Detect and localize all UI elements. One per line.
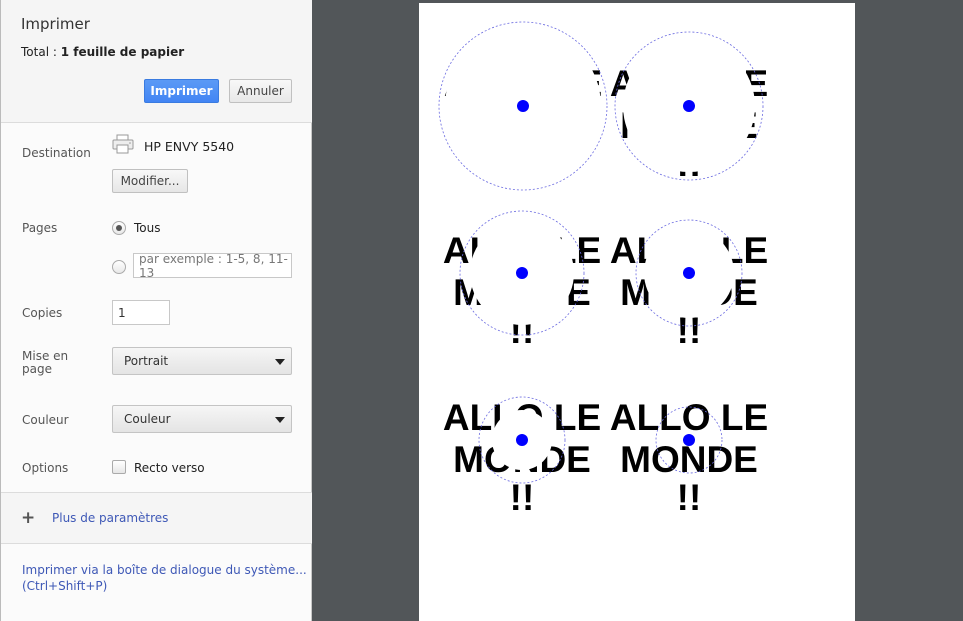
- preview-text-line: !!: [677, 477, 702, 518]
- copies-input[interactable]: 1: [112, 300, 170, 325]
- page-content: ALLO LEMONDE!!ALLO LEMONDE!!ALLO LEMONDE…: [438, 21, 768, 518]
- layout-label: Mise en page: [22, 350, 68, 376]
- dropdown-arrow-icon: [275, 417, 285, 423]
- system-dialog-line1[interactable]: Imprimer via la boîte de dialogue du sys…: [22, 563, 307, 577]
- color-label: Couleur: [22, 413, 69, 427]
- sheet-total: Total : 1 feuille de papier: [21, 45, 184, 59]
- color-value: Couleur: [124, 412, 171, 426]
- pages-range-radio[interactable]: [112, 260, 126, 274]
- pages-label: Pages: [22, 221, 58, 235]
- total-value: 1 feuille de papier: [60, 45, 185, 59]
- copies-label: Copies: [22, 306, 63, 320]
- more-settings-row[interactable]: + Plus de paramètres: [1, 492, 312, 544]
- more-settings-link[interactable]: Plus de paramètres: [52, 511, 168, 525]
- center-dot: [683, 434, 695, 446]
- print-preview-area: ALLO LEMONDE!!ALLO LEMONDE!!ALLO LEMONDE…: [313, 0, 963, 621]
- layout-label-line2: page: [22, 362, 52, 376]
- preview-text-line: ALLO LE: [610, 397, 768, 438]
- plus-icon: +: [21, 508, 36, 528]
- layout-label-line1: Mise en: [22, 349, 69, 363]
- preview-page: ALLO LEMONDE!!ALLO LEMONDE!!ALLO LEMONDE…: [419, 3, 855, 621]
- options-label: Options: [22, 461, 69, 475]
- print-button[interactable]: Imprimer: [144, 79, 219, 103]
- pages-all-label[interactable]: Tous: [134, 221, 161, 235]
- total-label: Total :: [21, 45, 57, 59]
- center-dot: [516, 434, 528, 446]
- cancel-button[interactable]: Annuler: [229, 79, 292, 103]
- system-dialog-shortcut[interactable]: (Ctrl+Shift+P): [22, 579, 107, 593]
- center-dot: [683, 100, 695, 112]
- center-dot: [683, 267, 695, 279]
- duplex-label[interactable]: Recto verso: [134, 461, 205, 475]
- center-dot: [516, 267, 528, 279]
- pages-all-radio[interactable]: [112, 221, 126, 235]
- system-dialog-link[interactable]: Imprimer via la boîte de dialogue du sys…: [22, 562, 307, 594]
- preview-text-line: !!: [510, 477, 535, 518]
- printer-name: HP ENVY 5540: [144, 139, 235, 154]
- destination-label: Destination: [22, 146, 91, 160]
- pages-range-input[interactable]: par exemple : 1-5, 8, 11-13: [133, 252, 292, 280]
- center-dot: [517, 100, 529, 112]
- print-settings-panel: Imprimer Total : 1 feuille de papier Imp…: [0, 0, 312, 621]
- change-destination-button[interactable]: Modifier...: [112, 169, 188, 193]
- dialog-title: Imprimer: [21, 15, 90, 33]
- printer-icon: [112, 134, 134, 154]
- print-header: Imprimer Total : 1 feuille de papier Imp…: [1, 0, 312, 123]
- duplex-checkbox[interactable]: [112, 460, 126, 474]
- dropdown-arrow-icon: [275, 359, 285, 365]
- layout-select[interactable]: Portrait: [112, 347, 292, 375]
- color-select[interactable]: Couleur: [112, 405, 292, 433]
- layout-value: Portrait: [124, 354, 169, 368]
